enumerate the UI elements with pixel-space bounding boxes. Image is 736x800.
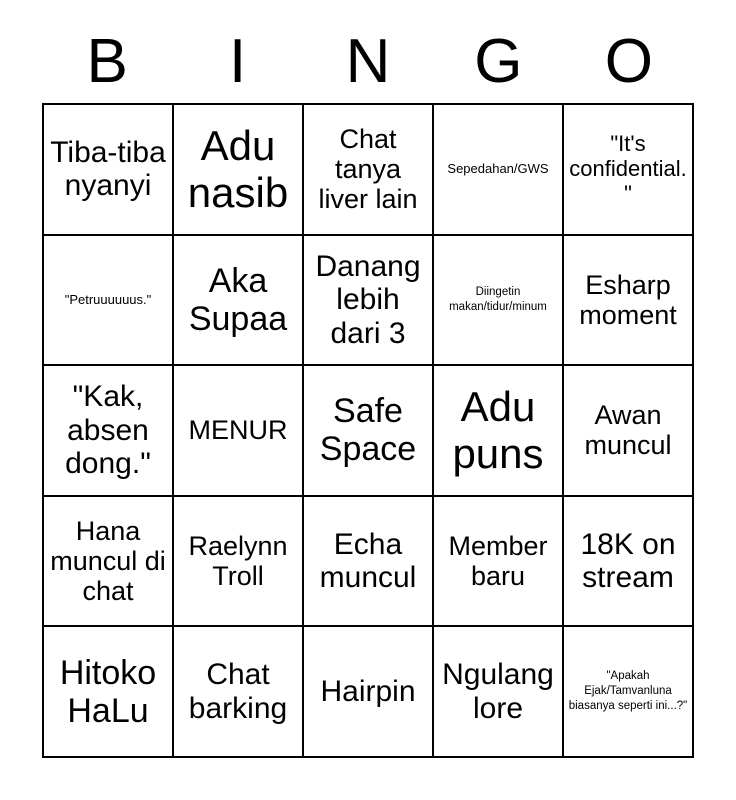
bingo-cell-label: 18K on stream [580,527,676,595]
bingo-cell[interactable]: Raelynn Troll [174,496,304,628]
bingo-cell[interactable]: MENUR [174,366,304,497]
bingo-cell[interactable]: Hairpin [304,627,434,758]
bingo-cell-label: Danang lebih dari 3 [315,249,421,350]
bingo-cell[interactable]: Chat barking [174,627,304,758]
bingo-cell[interactable]: Member baru [434,496,564,628]
bingo-cell-label: Aka Supaa [188,261,288,338]
bingo-cell-label: MENUR [188,415,288,446]
bingo-cell-label: Hana muncul di chat [50,515,166,607]
bingo-cell[interactable]: Safe Space [304,366,434,497]
bingo-header-letter-i: I [228,27,247,96]
bingo-cell-label: Esharp moment [579,269,677,330]
bingo-cell-label: Hitoko HaLu [59,653,157,730]
bingo-cell-label: Awan muncul [584,400,672,461]
bingo-cell[interactable]: Adu puns [434,366,564,497]
bingo-cell[interactable]: Danang lebih dari 3 [304,235,434,367]
bingo-cell[interactable]: 18K on stream [564,496,694,628]
bingo-cell[interactable]: Hana muncul di chat [44,496,174,628]
bingo-cell-label: Ngulang lore [442,658,554,725]
bingo-cell[interactable]: Esharp moment [564,235,694,367]
bingo-cell-label: "Petruuuuuus." [64,291,152,307]
bingo-cell-label: "Kak, absen dong." [65,380,151,481]
bingo-cell[interactable]: Diingetin makan/tidur/minum [434,235,564,367]
bingo-cell-label: Diingetin makan/tidur/minum [449,285,547,313]
bingo-cell-label: "It's confidential." [569,131,687,206]
bingo-cell-label: Member baru [448,530,548,592]
bingo-grid: Tiba-tiba nyanyi Adu nasib Chat tanya live… [42,103,694,758]
bingo-cell[interactable]: "Apakah Ejak/Tamvanluna biasanya seperti… [564,627,694,758]
bingo-cell[interactable]: Aka Supaa [174,235,304,367]
bingo-cell[interactable]: "Petruuuuuus." [44,235,174,367]
bingo-header: BINGO [42,24,694,100]
bingo-cell-label: Adu nasib [187,122,289,217]
bingo-cell-label: Chat barking [188,658,288,725]
bingo-cell-label: "Apakah Ejak/Tamvanluna biasanya seperti… [568,670,688,713]
bingo-cell[interactable]: Adu nasib [174,105,304,236]
bingo-cell-label: Sepedahan/GWS [447,161,549,177]
bingo-cell-label: Tiba-tiba nyanyi [50,135,166,203]
bingo-cell-label: Safe Space [319,392,417,469]
bingo-header-letter-n: N [345,27,391,96]
bingo-header-letter-g: G [474,27,523,96]
bingo-cell-label: Raelynn Troll [188,530,288,592]
bingo-cell[interactable]: Ngulang lore [434,627,564,758]
bingo-cell[interactable]: "Kak, absen dong." [44,366,174,497]
bingo-card: B I N G O Tiba-tiba nyanyi Adu nasib Chat tany… [0,0,736,800]
bingo-cell-label: Chat tanya liver lain [318,123,418,215]
bingo-header-letter-o: O [604,27,653,96]
bingo-cell[interactable]: "It's confidential." [564,105,694,236]
bingo-cell[interactable]: Echa muncul [304,496,434,628]
bingo-cell[interactable]: Awan muncul [564,366,694,497]
bingo-cell-label: Hairpin [320,674,416,708]
bingo-cell[interactable]: Tiba-tiba nyanyi [44,105,174,236]
bingo-cell[interactable]: Sepedahan/GWS [434,105,564,236]
bingo-cell-label: Adu puns [452,383,544,478]
bingo-cell-label: Echa muncul [319,527,417,595]
bingo-cell[interactable]: Chat tanya liver lain [304,105,434,236]
bingo-header-letter-b: B [86,27,128,96]
bingo-cell[interactable]: Hitoko HaLu [44,627,174,758]
